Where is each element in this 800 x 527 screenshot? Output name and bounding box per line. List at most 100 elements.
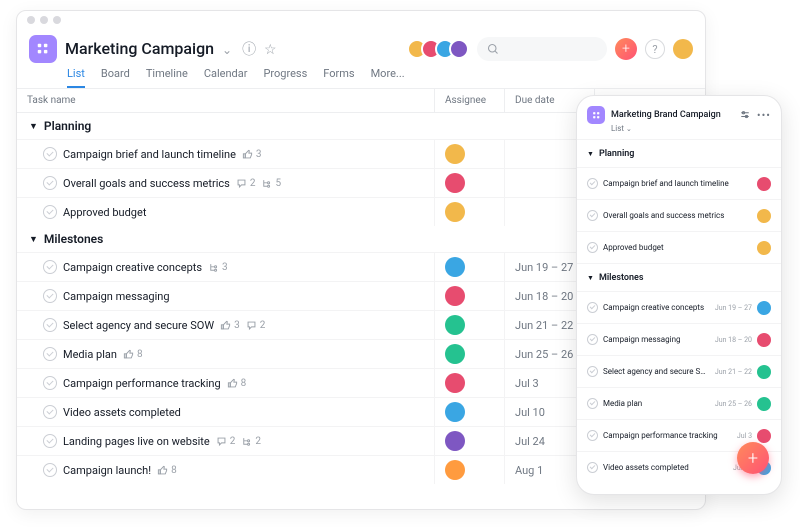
mobile-section-header[interactable]: ▼Planning — [577, 139, 781, 167]
window-titlebar — [17, 11, 705, 29]
window-maximize-icon[interactable] — [53, 16, 61, 24]
task-name: Media plan — [63, 348, 117, 361]
col-assignee[interactable]: Assignee — [435, 89, 505, 112]
comments-count[interactable]: 2 — [246, 320, 266, 331]
add-button[interactable]: + — [615, 38, 637, 60]
task-name: Campaign creative concepts — [63, 261, 202, 274]
collapse-icon: ▼ — [587, 150, 594, 158]
star-icon[interactable]: ☆ — [264, 42, 277, 58]
complete-checkbox[interactable] — [587, 462, 598, 473]
window-minimize-icon[interactable] — [40, 16, 48, 24]
complete-checkbox[interactable] — [43, 176, 57, 190]
assignee-avatar[interactable] — [757, 333, 771, 347]
mobile-header: Marketing Brand Campaign ••• — [577, 96, 781, 126]
mobile-task-row[interactable]: Overall goals and success metrics — [577, 199, 781, 231]
complete-checkbox[interactable] — [43, 376, 57, 390]
mobile-view-selector[interactable]: List ⌄ — [577, 124, 781, 133]
mobile-task-row[interactable]: Approved budget — [577, 231, 781, 263]
complete-checkbox[interactable] — [587, 366, 598, 377]
assignee-avatar[interactable] — [757, 397, 771, 411]
mobile-project-title[interactable]: Marketing Brand Campaign — [611, 110, 733, 120]
comments-count[interactable]: 2 — [236, 178, 256, 189]
assignee-avatar[interactable] — [757, 301, 771, 315]
assignee-avatar[interactable] — [445, 173, 465, 193]
tab-list[interactable]: List — [67, 67, 85, 88]
info-icon[interactable]: ⓘ — [242, 42, 256, 58]
complete-checkbox[interactable] — [43, 260, 57, 274]
assignee-avatar[interactable] — [445, 373, 465, 393]
mobile-section-header[interactable]: ▼Milestones — [577, 263, 781, 291]
complete-checkbox[interactable] — [43, 463, 57, 477]
mobile-task-row[interactable]: Campaign brief and launch timeline — [577, 167, 781, 199]
complete-checkbox[interactable] — [43, 347, 57, 361]
tab-forms[interactable]: Forms — [323, 67, 354, 88]
help-button[interactable]: ? — [645, 39, 665, 59]
assignee-avatar[interactable] — [445, 286, 465, 306]
complete-checkbox[interactable] — [43, 147, 57, 161]
search-icon — [487, 43, 499, 55]
assignee-avatar[interactable] — [757, 177, 771, 191]
complete-checkbox[interactable] — [587, 430, 598, 441]
complete-checkbox[interactable] — [43, 434, 57, 448]
assignee-avatar[interactable] — [757, 429, 771, 443]
likes-count[interactable]: 8 — [123, 349, 143, 360]
assignee-avatar[interactable] — [757, 365, 771, 379]
assignee-avatar[interactable] — [445, 202, 465, 222]
assignee-avatar[interactable] — [445, 460, 465, 480]
complete-checkbox[interactable] — [587, 242, 598, 253]
view-tabs: List Board Timeline Calendar Progress Forms Mo… — [17, 63, 705, 88]
subtasks-count[interactable]: 5 — [261, 178, 281, 189]
assignee-avatar[interactable] — [445, 431, 465, 451]
mobile-task-list: ▼PlanningCampaign brief and launch timel… — [577, 139, 781, 483]
member-avatar[interactable] — [449, 39, 469, 59]
tab-progress[interactable]: Progress — [263, 67, 307, 88]
project-dropdown-icon[interactable]: ⌄ — [222, 43, 232, 57]
complete-checkbox[interactable] — [43, 289, 57, 303]
col-task-name[interactable]: Task name — [17, 89, 435, 112]
mobile-task-row[interactable]: Campaign messagingJun 18 – 20 — [577, 323, 781, 355]
likes-count[interactable]: 3 — [242, 149, 262, 160]
tab-board[interactable]: Board — [101, 67, 130, 88]
mobile-task-row[interactable]: Campaign creative conceptsJun 19 – 27 — [577, 291, 781, 323]
mobile-project-icon — [587, 106, 605, 124]
profile-avatar[interactable] — [673, 39, 693, 59]
complete-checkbox[interactable] — [43, 318, 57, 332]
project-members[interactable] — [413, 39, 469, 59]
likes-count[interactable]: 8 — [157, 465, 177, 476]
tab-timeline[interactable]: Timeline — [146, 67, 188, 88]
complete-checkbox[interactable] — [43, 205, 57, 219]
more-icon[interactable]: ••• — [757, 109, 771, 122]
tab-calendar[interactable]: Calendar — [204, 67, 248, 88]
comments-count[interactable]: 2 — [216, 436, 236, 447]
assignee-avatar[interactable] — [445, 402, 465, 422]
assignee-avatar[interactable] — [445, 315, 465, 335]
search-input[interactable] — [477, 37, 607, 61]
task-name: Campaign performance tracking — [603, 431, 732, 440]
task-name: Media plan — [603, 399, 710, 408]
likes-count[interactable]: 8 — [227, 378, 247, 389]
collapse-icon: ▼ — [29, 234, 38, 245]
likes-count[interactable]: 3 — [220, 320, 240, 331]
mobile-task-row[interactable]: Select agency and secure SOWJun 21 – 22 — [577, 355, 781, 387]
assignee-avatar[interactable] — [757, 241, 771, 255]
filter-icon[interactable] — [739, 109, 751, 121]
complete-checkbox[interactable] — [587, 302, 598, 313]
mobile-task-row[interactable]: Media planJun 25 – 26 — [577, 387, 781, 419]
complete-checkbox[interactable] — [587, 210, 598, 221]
tab-more[interactable]: More... — [371, 67, 405, 88]
window-close-icon[interactable] — [27, 16, 35, 24]
assignee-avatar[interactable] — [445, 257, 465, 277]
complete-checkbox[interactable] — [43, 405, 57, 419]
assignee-avatar[interactable] — [757, 209, 771, 223]
complete-checkbox[interactable] — [587, 334, 598, 345]
assignee-avatar[interactable] — [445, 144, 465, 164]
assignee-avatar[interactable] — [445, 344, 465, 364]
complete-checkbox[interactable] — [587, 178, 598, 189]
project-title[interactable]: Marketing Campaign — [65, 39, 214, 58]
task-name: Campaign messaging — [603, 335, 710, 344]
subtasks-count[interactable]: 2 — [241, 436, 261, 447]
subtasks-count[interactable]: 3 — [208, 262, 228, 273]
mobile-add-button[interactable]: + — [737, 442, 769, 474]
task-name: Campaign performance tracking — [63, 377, 221, 390]
complete-checkbox[interactable] — [587, 398, 598, 409]
